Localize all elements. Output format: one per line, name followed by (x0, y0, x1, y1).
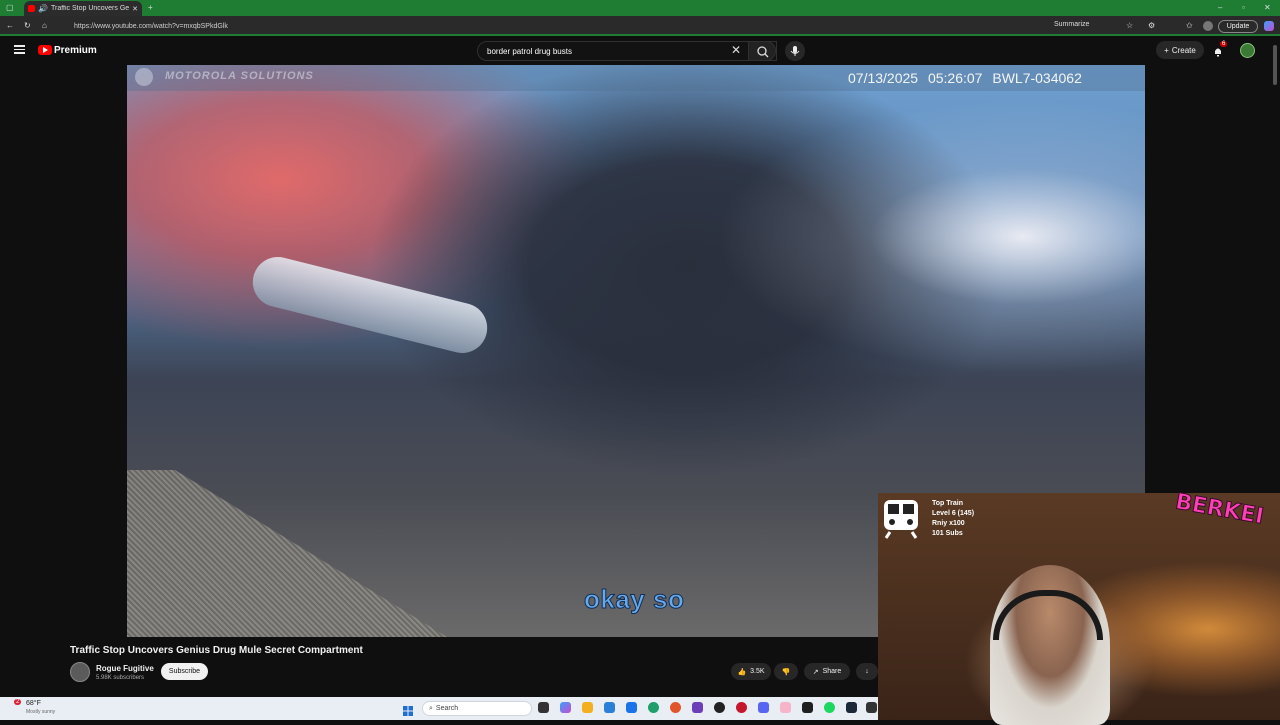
weather-desc: Mostly sunny (26, 709, 56, 715)
steam-icon[interactable] (846, 702, 857, 713)
avatar[interactable] (1240, 43, 1255, 58)
plus-icon: + (1164, 45, 1169, 55)
favorite-star-icon[interactable]: ☆ (1126, 21, 1133, 30)
settings-icon[interactable] (866, 702, 877, 713)
profile-icon[interactable] (1203, 21, 1213, 31)
microphone-icon (790, 46, 800, 56)
favorites-icon[interactable]: ✩ (1186, 21, 1193, 30)
search-icon: ⌕ (429, 704, 433, 712)
train-multiplier: Rniy x100 (932, 520, 965, 527)
obs-icon[interactable] (714, 702, 725, 713)
weather-widget[interactable]: 68°F Mostly sunny (26, 700, 55, 716)
download-button[interactable]: ↓ (856, 663, 878, 680)
mail-icon[interactable] (626, 702, 637, 713)
firefox-icon[interactable] (670, 702, 681, 713)
minimize-icon[interactable]: – (1218, 3, 1222, 12)
page-scrollbar[interactable] (1270, 37, 1280, 493)
thumbs-down-icon: 👎 (781, 668, 791, 676)
copilot-taskbar-icon[interactable] (560, 702, 571, 713)
update-button[interactable]: Update (1218, 20, 1258, 33)
close-tab-icon[interactable]: ✕ (132, 5, 138, 13)
new-tab-icon[interactable]: + (148, 3, 153, 12)
close-window-icon[interactable]: ✕ (1264, 3, 1271, 12)
hamburger-menu-icon[interactable] (14, 45, 25, 54)
bodycam-brand: MOTOROLA SOLUTIONS (165, 70, 314, 82)
file-explorer-icon[interactable] (582, 702, 593, 713)
active-app-icon[interactable] (780, 702, 791, 713)
terminal-icon[interactable] (802, 702, 813, 713)
tab-actions-icon[interactable]: ▢ (6, 3, 14, 12)
video-caption: okay so (583, 584, 685, 615)
share-icon: ↗ (812, 668, 819, 676)
subscribe-label: Subscribe (168, 668, 201, 675)
maximize-icon[interactable]: ▫ (1242, 3, 1245, 12)
train-subs: 101 Subs (932, 530, 963, 537)
create-button[interactable]: + Create (1156, 41, 1204, 59)
browser-tab[interactable]: 🔊 Traffic Stop Uncovers Genius ✕ (24, 1, 142, 16)
search-button[interactable] (748, 41, 776, 61)
extensions-icon[interactable]: ⚙ (1148, 21, 1155, 30)
tab-title: Traffic Stop Uncovers Genius (50, 5, 130, 12)
scrollbar-thumb[interactable] (1273, 45, 1277, 85)
motorola-logo-icon (135, 68, 153, 86)
home-icon[interactable]: ⌂ (42, 21, 47, 30)
download-icon: ↓ (865, 668, 869, 675)
like-count: 3.5K (750, 668, 765, 675)
edge-icon[interactable] (648, 702, 659, 713)
like-button[interactable]: 👍 3.5K (731, 663, 771, 680)
bell-icon (1215, 48, 1221, 57)
reload-icon[interactable]: ↻ (24, 21, 31, 30)
back-icon[interactable]: ← (6, 21, 14, 30)
hype-train-info: Top Train Level 6 (145) Rniy x100 101 Su… (932, 499, 974, 539)
train-title: Top Train (932, 500, 963, 507)
bodycam-timestamp: 07/13/2025 05:26:07 BWL7-034062 (848, 70, 1082, 86)
voice-search-button[interactable] (785, 41, 805, 61)
update-label: Update (1226, 23, 1250, 30)
weather-temp: 68°F (26, 700, 41, 707)
subscriber-count: 5.98K subscribers (96, 675, 145, 681)
bodycam-device-id: BWL7-034062 (992, 70, 1082, 86)
youtube-premium-label[interactable]: Premium (54, 45, 97, 56)
youtube-favicon-icon (28, 5, 35, 12)
media-icon[interactable] (736, 702, 747, 713)
share-button[interactable]: ↗ Share (804, 663, 850, 680)
train-icon (882, 498, 920, 540)
clear-search-icon[interactable]: ✕ (731, 43, 741, 57)
copilot-icon[interactable] (1264, 21, 1274, 31)
app-icon[interactable] (692, 702, 703, 713)
taskbar-search-label: Search (435, 705, 459, 712)
channel-name[interactable]: Rogue Fugitive (96, 664, 154, 673)
create-label: Create (1171, 45, 1196, 55)
subscribe-button[interactable]: Subscribe (161, 663, 208, 680)
train-level: Level 6 (145) (932, 510, 975, 517)
video-title: Traffic Stop Uncovers Genius Drug Mule S… (70, 645, 363, 656)
discord-icon[interactable] (758, 702, 769, 713)
search-icon (757, 46, 769, 58)
youtube-logo-icon[interactable] (38, 45, 52, 55)
task-view-icon[interactable] (538, 702, 549, 713)
summarize-button[interactable]: Summarize (1054, 21, 1089, 28)
url-field[interactable]: https://www.youtube.com/watch?v=mxqbSPkd… (62, 19, 1062, 34)
browser-tab-strip (0, 0, 1280, 16)
windows-start-icon[interactable] (403, 703, 413, 716)
streamer-figure (990, 565, 1110, 725)
speaker-icon[interactable]: 🔊 (38, 4, 48, 13)
dislike-button[interactable]: 👎 (774, 663, 798, 680)
store-icon[interactable] (604, 702, 615, 713)
thumbs-up-icon: 👍 (737, 668, 747, 676)
spotify-icon[interactable] (824, 702, 835, 713)
bodycam-datetime: 07/13/2025 05:26:07 (848, 70, 983, 86)
taskbar-search[interactable]: ⌕ Search (422, 701, 532, 716)
channel-avatar[interactable] (70, 662, 90, 682)
share-label: Share (822, 668, 842, 675)
